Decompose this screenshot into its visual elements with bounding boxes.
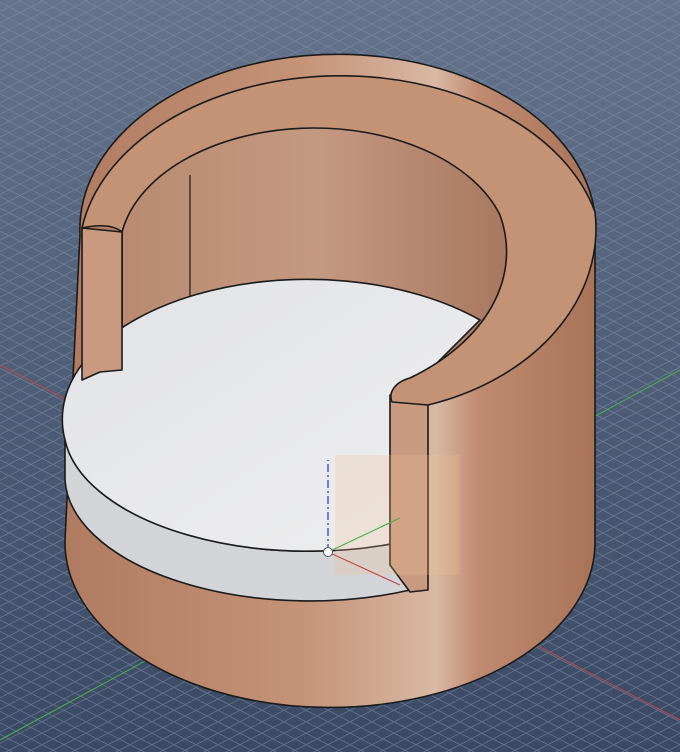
3d-viewport[interactable] (0, 0, 680, 752)
origin-triad[interactable] (323, 455, 461, 586)
origin-plane-highlight (335, 455, 460, 575)
cylinder-part[interactable] (61, 53, 597, 709)
left-end-face (81, 227, 123, 381)
origin-point[interactable] (323, 547, 333, 557)
